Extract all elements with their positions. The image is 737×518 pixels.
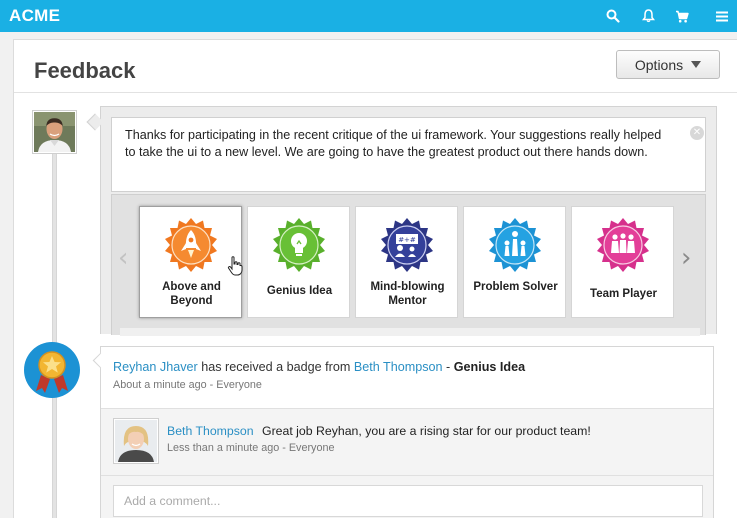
- timeline-line: [52, 148, 57, 518]
- comment-text: Great job Reyhan, you are a rising star …: [262, 424, 591, 438]
- meta-separator: -: [209, 379, 214, 391]
- carousel-scroll-track: [120, 328, 700, 336]
- badge-card-genius-idea[interactable]: Genius Idea: [247, 206, 350, 318]
- current-user-avatar[interactable]: [32, 110, 77, 154]
- comment-meta-separator: -: [282, 442, 286, 454]
- carousel-next-icon[interactable]: ›: [681, 245, 691, 271]
- mentor-icon: #+#: [381, 218, 433, 272]
- feedback-message-input[interactable]: Thanks for participating in the recent c…: [111, 117, 706, 192]
- badge-name[interactable]: Genius Idea: [454, 360, 525, 374]
- badge-carousel: ‹ Above and Beyond Genius Idea #+# Mind-…: [111, 194, 706, 336]
- comment-divider: [101, 475, 713, 476]
- caret-down-icon: [691, 61, 702, 68]
- badge-card-problem-solver[interactable]: Problem Solver: [463, 206, 566, 318]
- options-label: Options: [634, 56, 684, 73]
- comment-body: Beth Thompson Great job Reyhan, you are …: [167, 424, 591, 438]
- feedback-message-text: Thanks for participating in the recent c…: [125, 128, 662, 159]
- hand-cursor-icon: [227, 256, 243, 276]
- page-title: Feedback: [34, 58, 136, 83]
- comment-author-link[interactable]: Beth Thompson: [167, 424, 254, 438]
- comment-section: Beth Thompson Great job Reyhan, you are …: [101, 408, 713, 518]
- top-navbar: ACME: [0, 0, 737, 32]
- badge-label: Team Player: [590, 288, 657, 300]
- badge-medal-icon: [24, 342, 80, 398]
- options-dropdown-button[interactable]: Options: [616, 50, 720, 79]
- header-divider: [14, 92, 737, 93]
- lightbulb-icon: [273, 218, 325, 272]
- chess-icon: [489, 218, 541, 272]
- activity-headline: Reyhan Jhaver has received a badge from …: [113, 360, 525, 374]
- bell-icon[interactable]: [639, 7, 657, 25]
- badge-label: Genius Idea: [266, 285, 333, 297]
- activity-meta: About a minute ago - Everyone: [113, 379, 262, 391]
- feedback-compose-box: Thanks for participating in the recent c…: [100, 106, 717, 336]
- activity-audience[interactable]: Everyone: [216, 379, 262, 391]
- badge-label: Mind-blowing Mentor: [370, 281, 445, 307]
- badge-label: Problem Solver: [473, 281, 558, 293]
- badge-card-mind-blowing-mentor[interactable]: #+# Mind-blowing Mentor: [355, 206, 458, 318]
- comment-audience[interactable]: Everyone: [289, 442, 335, 454]
- comment-time: Less than a minute ago: [167, 442, 280, 454]
- comment-meta: Less than a minute ago - Everyone: [167, 442, 334, 454]
- activity-time: About a minute ago: [113, 379, 207, 391]
- brand-logo[interactable]: ACME: [9, 6, 60, 26]
- team-icon: [597, 218, 649, 272]
- carousel-prev-icon[interactable]: ‹: [118, 245, 128, 271]
- badge-label: Above and Beyond: [162, 281, 221, 307]
- add-comment-input[interactable]: Add a comment...: [113, 485, 703, 517]
- svg-text:#+#: #+#: [398, 236, 416, 244]
- cart-icon[interactable]: [673, 7, 691, 25]
- search-icon[interactable]: [604, 7, 622, 25]
- recipient-link[interactable]: Reyhan Jhaver: [113, 360, 198, 374]
- headline-separator: -: [446, 360, 451, 374]
- rocket-icon: [165, 218, 217, 272]
- commenter-avatar[interactable]: [113, 418, 159, 464]
- badge-card-team-player[interactable]: Team Player: [571, 206, 674, 318]
- menu-icon[interactable]: [713, 7, 731, 25]
- sender-link[interactable]: Beth Thompson: [354, 360, 443, 374]
- activity-action-text: has received a badge from: [201, 360, 351, 374]
- clear-icon[interactable]: ✕: [690, 126, 704, 140]
- activity-feed-item: Reyhan Jhaver has received a badge from …: [100, 346, 714, 518]
